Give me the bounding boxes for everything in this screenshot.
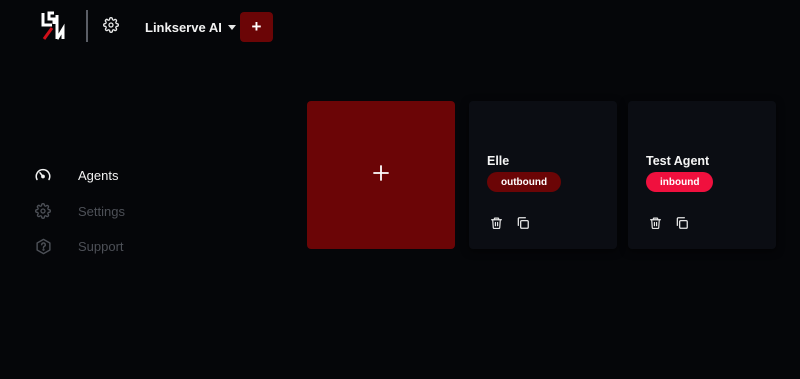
settings-button[interactable] bbox=[101, 16, 121, 38]
sidebar-item-label: Support bbox=[78, 238, 124, 254]
header-divider bbox=[86, 10, 88, 42]
copy-icon[interactable] bbox=[516, 216, 530, 230]
gauge-icon bbox=[34, 166, 52, 184]
agent-name: Test Agent bbox=[646, 154, 710, 168]
copy-icon[interactable] bbox=[675, 216, 689, 230]
logo-icon[interactable] bbox=[40, 11, 66, 41]
workspace-dropdown[interactable]: Linkserve AI bbox=[145, 18, 236, 36]
workspace-name: Linkserve AI bbox=[145, 19, 222, 35]
gear-icon bbox=[103, 16, 119, 38]
sidebar-item-support[interactable]: Support bbox=[34, 237, 124, 255]
add-agent-card[interactable] bbox=[307, 101, 455, 249]
agent-card[interactable]: Elle outbound bbox=[469, 101, 617, 249]
sidebar-item-label: Agents bbox=[78, 167, 119, 183]
agent-type-badge: outbound bbox=[487, 172, 562, 192]
gear-icon bbox=[34, 202, 52, 220]
sidebar-item-agents[interactable]: Agents bbox=[34, 166, 118, 184]
sidebar-item-settings[interactable]: Settings bbox=[34, 202, 125, 220]
agent-type-badge: inbound bbox=[646, 172, 714, 192]
agent-actions bbox=[489, 216, 530, 230]
app-page: Linkserve AI + Agents Settings Support E… bbox=[0, 0, 800, 379]
agent-card[interactable]: Test Agent inbound bbox=[628, 101, 776, 249]
agent-name: Elle bbox=[487, 154, 510, 168]
caret-down-icon bbox=[227, 25, 236, 30]
add-workspace-button[interactable]: + bbox=[240, 12, 273, 42]
trash-icon[interactable] bbox=[489, 216, 503, 230]
plus-icon bbox=[373, 164, 389, 186]
agent-actions bbox=[648, 216, 689, 230]
question-hexagon-icon bbox=[34, 237, 52, 255]
sidebar-item-label: Settings bbox=[78, 203, 125, 219]
trash-icon[interactable] bbox=[648, 216, 662, 230]
